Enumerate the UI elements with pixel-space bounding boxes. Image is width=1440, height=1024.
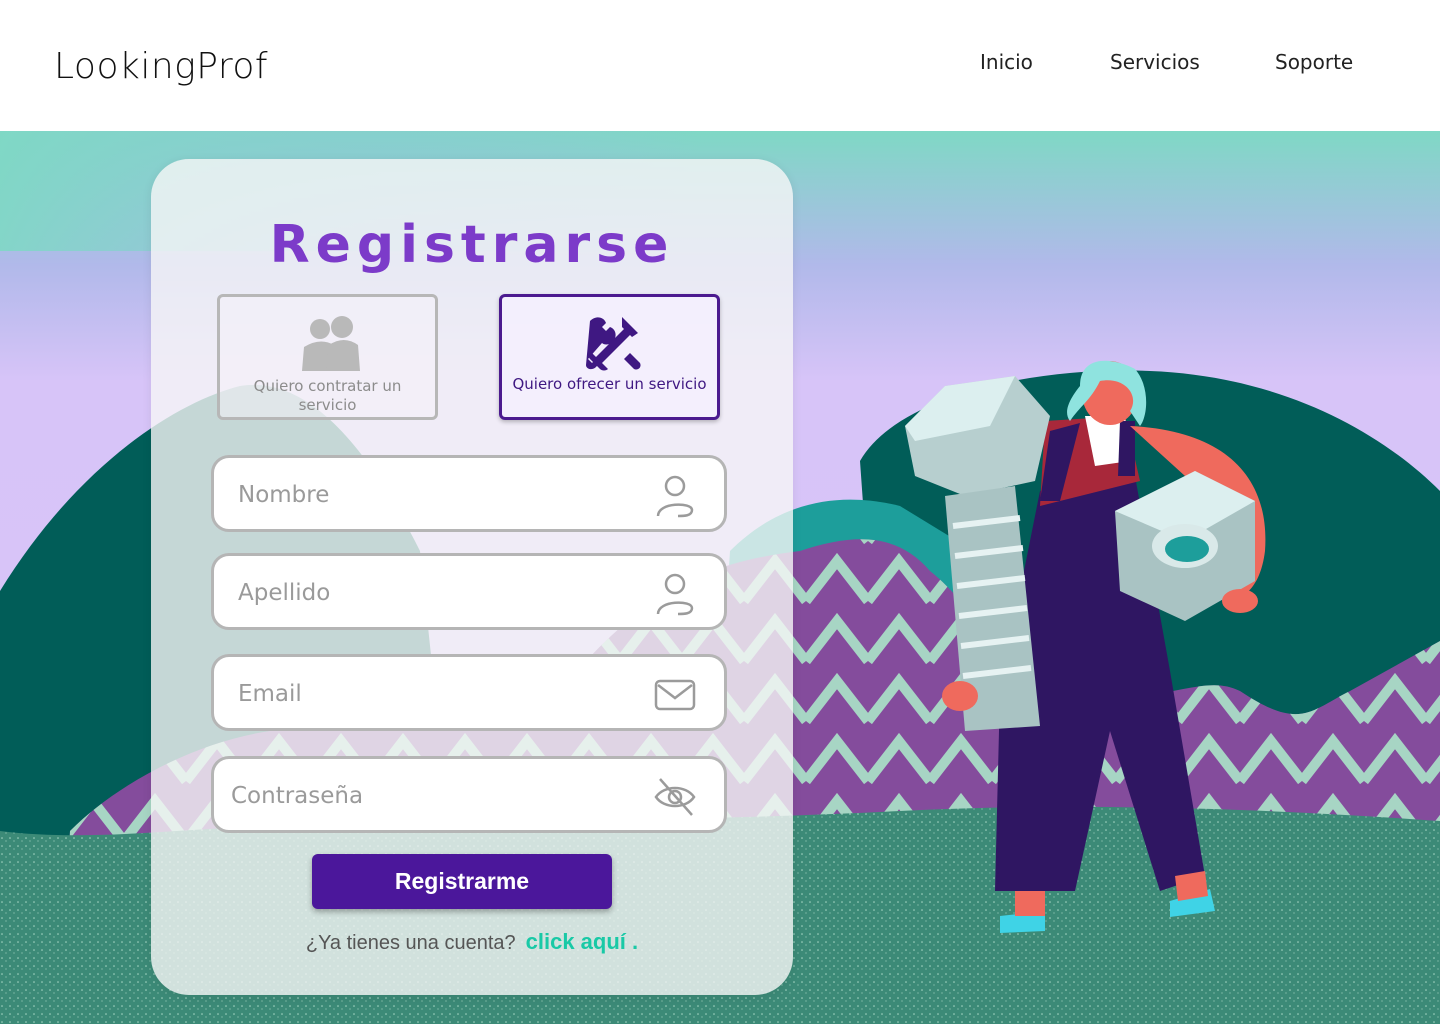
role-hire-label: Quiero contratar un servicio xyxy=(253,377,402,414)
tools-icon xyxy=(586,317,641,371)
nombre-input[interactable] xyxy=(236,476,640,514)
nav-link-servicios[interactable]: Servicios xyxy=(1110,50,1200,74)
login-link[interactable]: click aquí . xyxy=(526,929,639,954)
brand-logo[interactable]: LookingProf xyxy=(54,46,268,87)
login-prompt-row: ¿Ya tienes una cuenta? click aquí . xyxy=(151,929,793,955)
apellido-field xyxy=(211,553,727,630)
email-field xyxy=(211,654,727,731)
eye-off-icon[interactable] xyxy=(654,775,696,819)
nombre-field xyxy=(211,455,727,532)
user-icon xyxy=(656,475,694,518)
users-icon xyxy=(302,316,360,371)
role-option-hire[interactable]: Quiero contratar un servicio xyxy=(217,294,438,420)
apellido-input[interactable] xyxy=(236,574,640,612)
password-field xyxy=(211,756,727,833)
role-option-offer[interactable]: Quiero ofrecer un servicio xyxy=(499,294,720,420)
page-title: Registrarse xyxy=(269,215,675,275)
register-button[interactable]: Registrarme xyxy=(312,854,612,909)
nav-link-inicio[interactable]: Inicio xyxy=(980,50,1033,74)
envelope-icon xyxy=(654,679,696,711)
top-header: LookingProf Inicio Servicios Soporte xyxy=(0,0,1440,131)
email-input[interactable] xyxy=(236,675,640,713)
login-prompt-text: ¿Ya tienes una cuenta? xyxy=(305,932,516,954)
nav-link-soporte[interactable]: Soporte xyxy=(1275,50,1353,74)
user-icon xyxy=(656,573,694,616)
password-input[interactable] xyxy=(229,777,633,815)
role-offer-label: Quiero ofrecer un servicio xyxy=(512,375,707,393)
registration-card: Registrarse Quiero contratar un servicio… xyxy=(151,159,793,995)
